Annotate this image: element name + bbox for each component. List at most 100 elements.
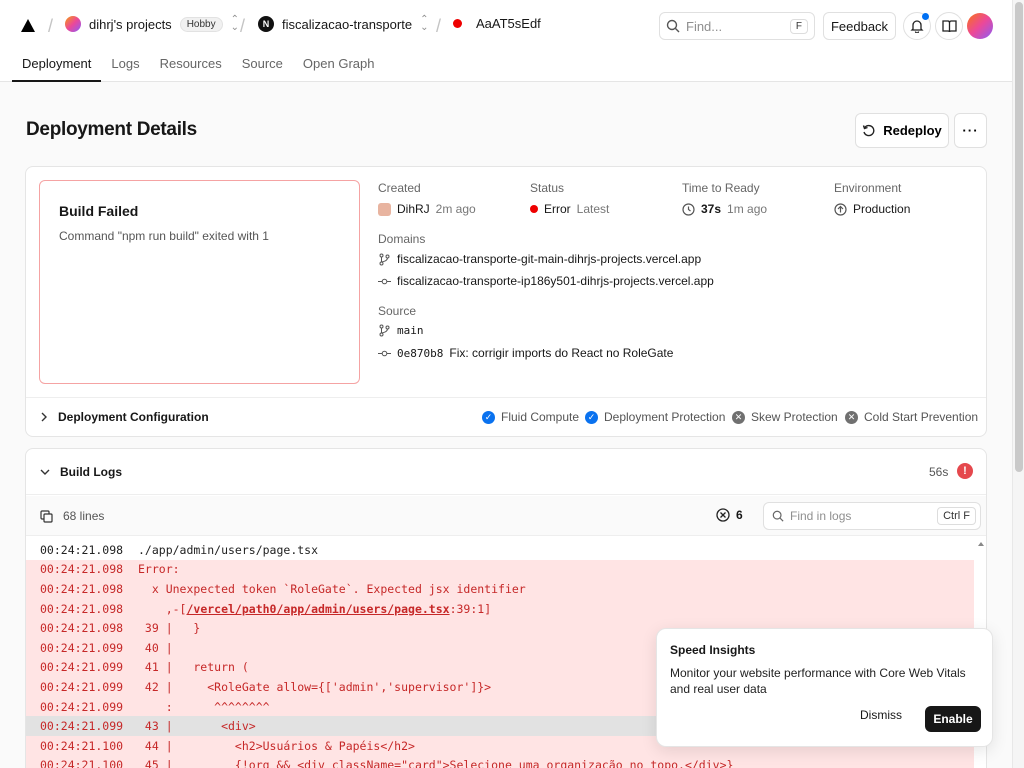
source-commit[interactable]: 0e870b8 Fix: corrigir imports do React n… <box>378 346 673 360</box>
created-value: DihRJ 2m ago <box>378 202 476 216</box>
status-tag: Latest <box>576 202 610 216</box>
log-text: ,-[ <box>138 601 187 616</box>
feature-label: Cold Start Prevention <box>864 410 979 424</box>
book-icon <box>941 19 957 32</box>
rotate-icon <box>863 124 875 137</box>
search-icon <box>772 510 784 522</box>
time-to-ready-value: 37s 1m ago <box>682 202 767 216</box>
tab-deployment[interactable]: Deployment <box>12 52 102 82</box>
docs-button[interactable] <box>935 12 963 40</box>
log-line[interactable]: 00:24:21.098 Error: <box>26 559 974 580</box>
commit-message: Fix: corrigir imports do React no RoleGa… <box>449 346 674 360</box>
domain-link[interactable]: fiscalizacao-transporte-git-main-dihrjs-… <box>397 252 701 266</box>
ready-duration: 37s <box>701 202 722 216</box>
project-switcher[interactable]: N fiscalizacao-transporte ⌃ ⌄ <box>258 15 428 33</box>
log-timestamp: 00:24:21.100 <box>40 738 124 753</box>
source-branch[interactable]: main <box>378 324 424 337</box>
feature-label: Fluid Compute <box>501 410 580 424</box>
error-status-dot <box>453 19 462 28</box>
page-scrollbar-thumb[interactable] <box>1015 2 1023 472</box>
log-file-link[interactable]: /vercel/path0/app/admin/users/page.tsx <box>186 602 449 616</box>
feature-label: Deployment Protection <box>604 410 726 424</box>
tab-open-graph[interactable]: Open Graph <box>293 52 385 82</box>
user-avatar[interactable] <box>967 13 993 39</box>
x-circle-icon <box>716 508 730 522</box>
log-timestamp: 00:24:21.098 <box>40 621 124 636</box>
check-icon: ✓ <box>585 410 598 424</box>
feedback-button[interactable]: Feedback <box>823 12 896 40</box>
tab-logs[interactable]: Logs <box>101 52 149 82</box>
log-search-shortcut: Ctrl F <box>937 507 976 525</box>
ready-ago: 1m ago <box>727 202 768 216</box>
build-failed-message: Command "npm run build" exited with 1 <box>59 229 269 243</box>
log-text: x Unexpected token `RoleGate`. Expected … <box>138 581 526 596</box>
log-line[interactable]: 00:24:21.098 x Unexpected token `RoleGat… <box>26 579 974 599</box>
log-timestamp: 00:24:21.099 <box>40 699 124 714</box>
log-text: 44 | <h2>Usuários & Papéis</h2> <box>138 738 415 753</box>
bell-icon <box>910 20 924 33</box>
logs-toolbar: 68 lines 6 Find in logs Ctrl F <box>26 496 986 536</box>
dismiss-button[interactable]: Dismiss <box>860 708 902 722</box>
lines-count: 68 lines <box>63 509 105 523</box>
search-placeholder: Find... <box>686 18 723 34</box>
git-commit-icon <box>378 350 391 356</box>
breadcrumb-separator: / <box>48 16 54 36</box>
domain-item[interactable]: fiscalizacao-transporte-ip186y501-dihrjs… <box>378 274 714 288</box>
log-text: 40 | <box>138 640 173 655</box>
created-label: Created <box>378 181 421 195</box>
deployment-configuration-title: Deployment Configuration <box>58 410 209 424</box>
domain-link[interactable]: fiscalizacao-transporte-ip186y501-dihrjs… <box>397 274 714 288</box>
search-icon <box>666 19 680 33</box>
log-line[interactable]: 00:24:21.098 ,-[/vercel/path0/app/admin/… <box>26 598 974 619</box>
copy-logs[interactable]: 68 lines <box>40 509 104 523</box>
plan-badge: Hobby <box>179 16 223 32</box>
build-logs-title: Build Logs <box>60 465 122 479</box>
chevron-updown-icon[interactable]: ⌃ ⌄ <box>231 15 239 33</box>
team-switcher[interactable]: dihrj's projects Hobby ⌃ ⌄ <box>65 15 239 33</box>
log-line[interactable]: 00:24:21.098 ./app/admin/users/page.tsx <box>26 540 974 560</box>
vercel-logo-icon[interactable] <box>20 18 36 34</box>
build-logs-toggle[interactable]: Build Logs <box>40 465 122 479</box>
build-logs-header[interactable]: Build Logs 56s ! <box>26 449 986 495</box>
search-shortcut: F <box>789 18 808 34</box>
search-input[interactable]: Find... F <box>659 12 815 40</box>
build-duration: 56s <box>929 465 949 479</box>
error-filter[interactable]: 6 <box>716 508 743 522</box>
log-timestamp: 00:24:21.100 <box>40 758 124 768</box>
speed-insights-title: Speed Insights <box>670 643 756 657</box>
log-text: 43 | <div> <box>138 719 256 734</box>
environment-text: Production <box>853 202 911 216</box>
notifications-button[interactable] <box>903 12 931 40</box>
redeploy-button[interactable]: Redeploy <box>855 113 949 148</box>
log-timestamp: 00:24:21.099 <box>40 660 124 675</box>
enable-button[interactable]: Enable <box>925 706 981 732</box>
domain-item[interactable]: fiscalizacao-transporte-git-main-dihrjs-… <box>378 252 701 266</box>
copy-icon[interactable] <box>40 509 53 523</box>
team-name: dihrj's projects <box>89 16 172 32</box>
status-text: Error <box>544 202 571 216</box>
nextjs-icon: N <box>258 16 274 32</box>
chevron-updown-icon[interactable]: ⌃ ⌄ <box>420 15 428 33</box>
log-text: Error: <box>138 562 180 577</box>
more-options-button[interactable]: ··· <box>954 113 987 148</box>
x-circle-icon: ✕ <box>732 410 745 424</box>
page-title: Deployment Details <box>26 119 197 140</box>
tab-source[interactable]: Source <box>232 52 293 82</box>
scroll-up-icon[interactable] <box>975 539 987 549</box>
error-count: 6 <box>736 508 743 522</box>
page-scrollbar[interactable] <box>1012 0 1024 768</box>
log-text: 45 | {!org && <div className="card">Sele… <box>138 758 734 768</box>
commit-hash[interactable]: 0e870b8 <box>397 347 443 360</box>
deployment-configuration-row[interactable]: Deployment Configuration ✓ Fluid Compute … <box>26 397 986 437</box>
deployment-configuration-toggle[interactable]: Deployment Configuration <box>40 410 209 424</box>
production-icon <box>834 202 847 216</box>
branch-name[interactable]: main <box>397 324 424 337</box>
log-text: 39 | } <box>138 621 201 636</box>
tab-resources[interactable]: Resources <box>150 52 232 82</box>
log-search-input[interactable]: Find in logs Ctrl F <box>763 502 981 530</box>
status-value: Error Latest <box>530 202 609 216</box>
deployment-crumb[interactable]: AaAT5sEdf <box>453 16 541 31</box>
created-time: 2m ago <box>435 202 476 216</box>
log-line[interactable]: 00:24:21.100 45 | {!org && <div classNam… <box>26 755 974 768</box>
created-user[interactable]: DihRJ <box>397 202 430 216</box>
